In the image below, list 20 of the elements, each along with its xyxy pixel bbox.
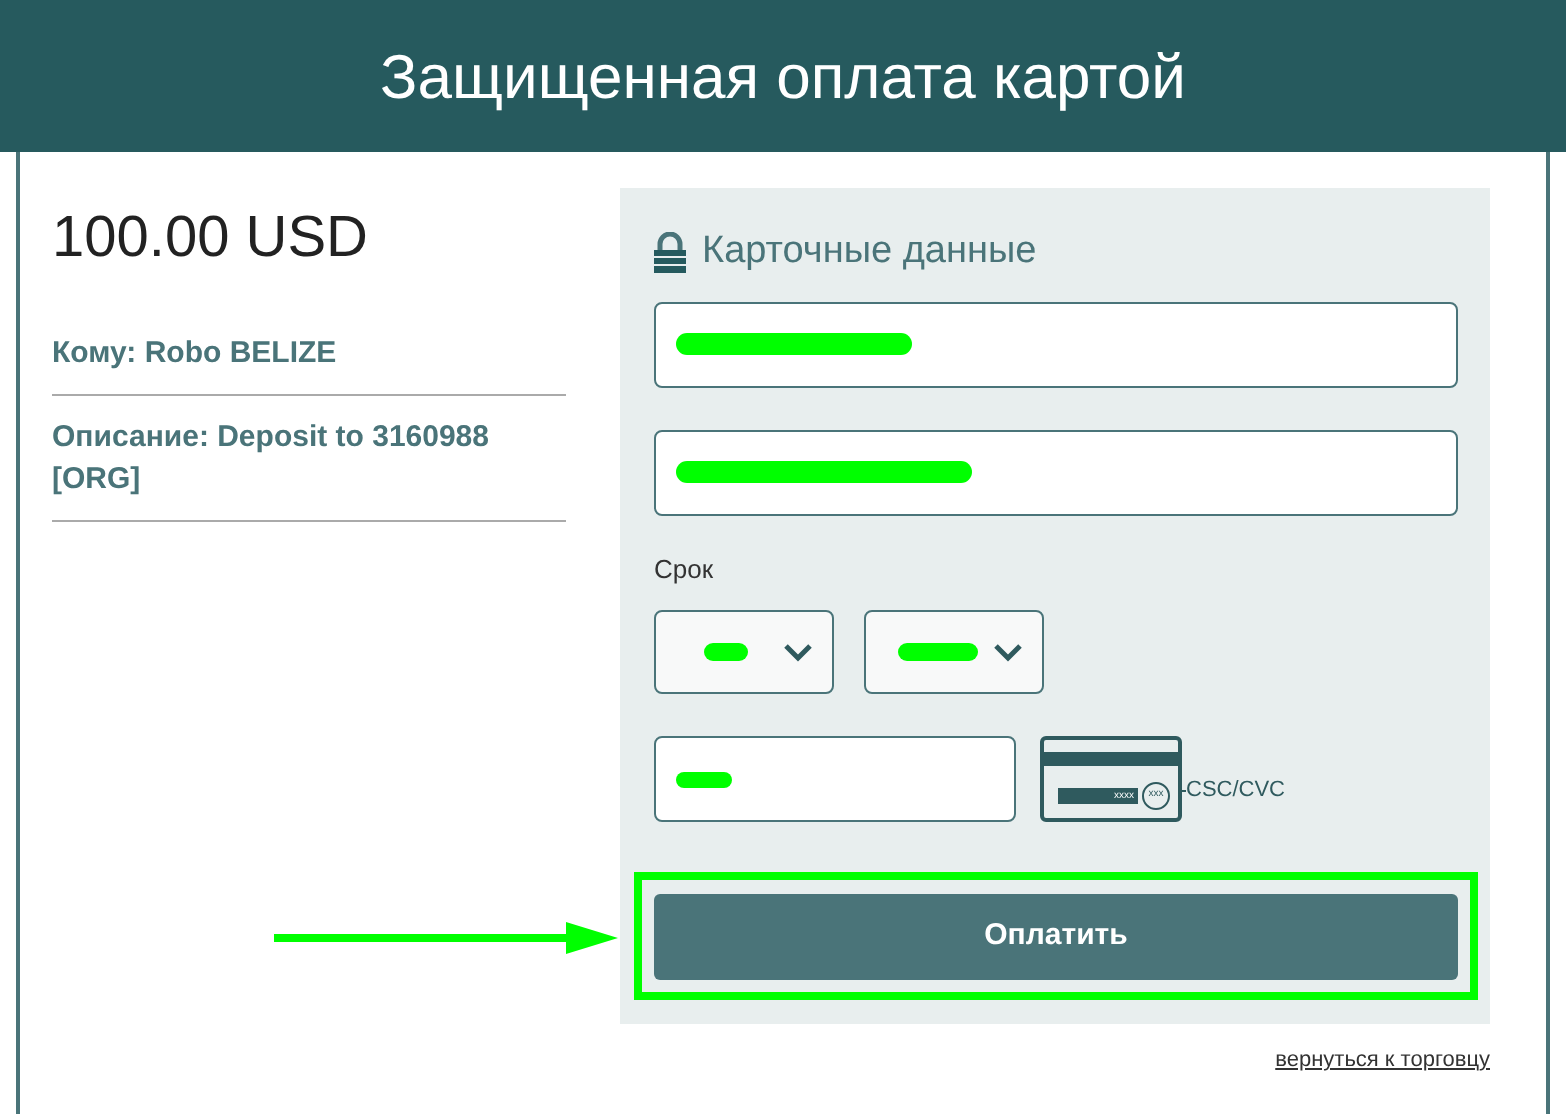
card-section-title: Карточные данные (702, 228, 1037, 276)
card-input-field[interactable] (654, 429, 1458, 515)
chevron-down-icon (994, 643, 1022, 661)
detail-text: Кому: Robo BELIZE (52, 333, 339, 373)
cvc-label: CSC/CVC (1186, 776, 1286, 807)
month-select[interactable] (654, 610, 834, 694)
expiry-label: Срок (654, 551, 716, 588)
amount: 100.00 USD (52, 204, 370, 274)
redaction-mark (704, 643, 748, 661)
card-input-field[interactable] (654, 301, 1458, 387)
page-title: Защищенная оплата картой (380, 45, 1186, 107)
cvc-input-field[interactable] (654, 736, 1016, 822)
detail-text: Описание: Deposit to 3160988 [ORG] (52, 417, 491, 499)
redaction-mark (676, 771, 732, 787)
chevron-down-icon (784, 643, 812, 661)
redaction-mark (898, 643, 978, 661)
back-to-merchant-link[interactable]: вернуться к торговцу (1275, 1044, 1490, 1077)
lock-icon (654, 231, 686, 274)
pay-button[interactable]: Оплатить (654, 894, 1458, 980)
year-select[interactable] (864, 610, 1044, 694)
